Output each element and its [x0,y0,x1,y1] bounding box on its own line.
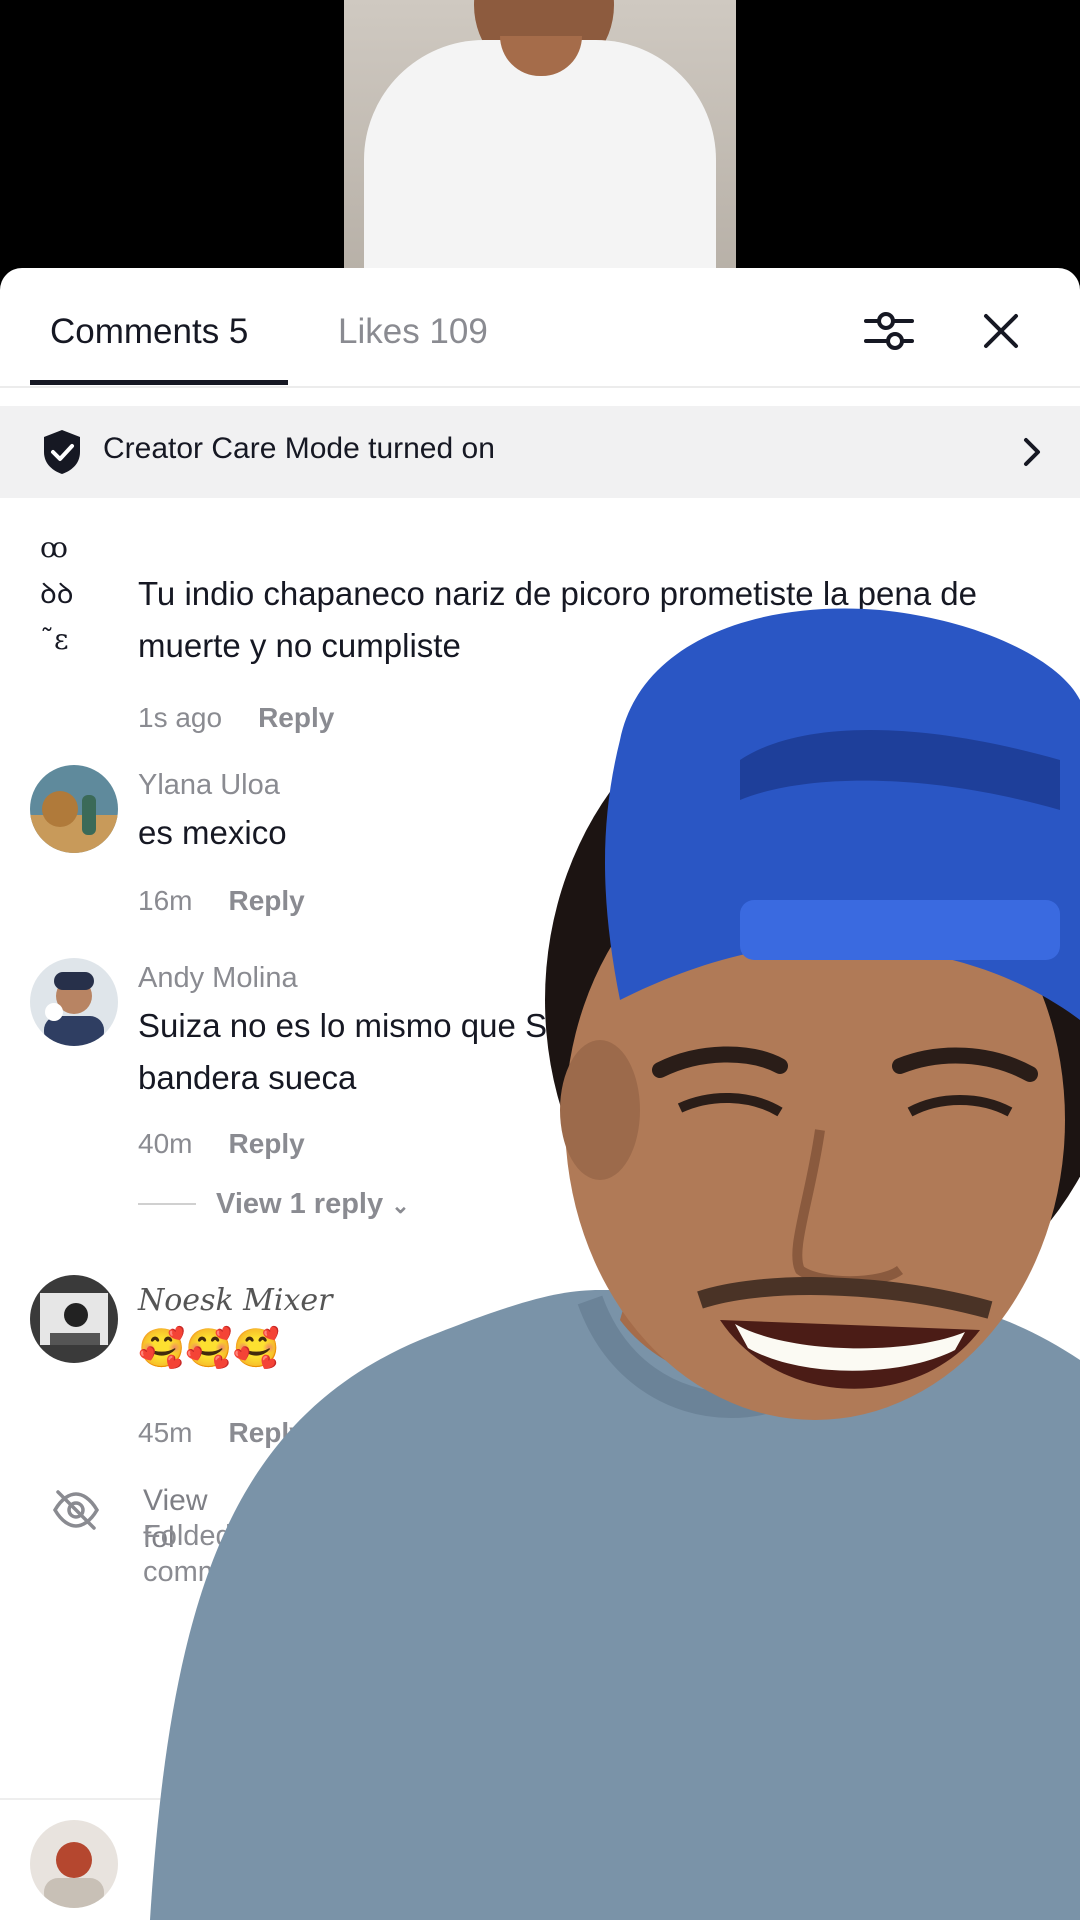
avatar[interactable] [30,958,118,1046]
comment-text: es mexico [138,814,287,851]
eye-off-icon [52,1490,100,1530]
view-replies-line [138,1203,196,1205]
comment-text: Suiza no es lo mismo que S bandera sueca [138,1007,548,1096]
comment-username[interactable]: Ylana Uloa [138,769,280,802]
view-replies-label: View 1 reply [216,1188,384,1220]
comment-text: 🥰🥰🥰 [138,1328,280,1370]
folded-line2: Folded [143,1520,232,1552]
close-icon [984,314,1018,348]
current-user-avatar[interactable] [30,1820,118,1908]
comment-text: Tu indio chapaneco nariz de picoro prome… [138,575,977,664]
video-frame [344,0,736,268]
reply-button[interactable]: Reply [258,702,334,733]
tab-bar: Comments 5 Likes 109 [0,268,1080,388]
reply-button[interactable]: Reply [228,1128,304,1159]
tab-active-underline [30,380,288,385]
folded-line3: comm [143,1556,222,1588]
bottom-divider [0,1798,1080,1800]
comment-time: 40m [138,1128,193,1159]
comment-meta: 40m Reply [138,1128,305,1160]
comments-sheet: Comments 5 Likes 109 Creator Care Mode t… [0,268,1080,1920]
avatar[interactable] [30,765,118,853]
tab-likes[interactable]: Likes 109 [338,312,488,352]
creator-care-text: Creator Care Mode turned on [103,432,495,465]
shield-check-icon [44,430,80,474]
chevron-right-icon [1024,438,1040,466]
comment-meta: 45m Reply [138,1417,305,1449]
reply-button[interactable]: Reply [228,885,304,916]
comment-time: 45m [138,1417,193,1448]
creator-care-banner[interactable]: Creator Care Mode turned on [0,406,1080,498]
filter-button[interactable] [862,304,916,358]
tab-comments[interactable]: Comments 5 [50,312,248,352]
comment-username[interactable]: Andy Molina [138,962,298,995]
comment-meta: 1s ago Reply [138,702,334,734]
comment-time: 1s ago [138,702,223,733]
reply-button[interactable]: Reply [228,1417,304,1448]
avatar[interactable] [30,1275,118,1363]
video-background [0,0,1080,280]
comment-time: 16m [138,885,193,916]
view-replies-button[interactable]: View 1 reply ⌄ [216,1188,410,1221]
obscured-username-glyphs: ꝏ ꝺꝺ ˜ε [40,531,74,656]
chevron-down-icon: ⌄ [391,1193,410,1218]
comment-username[interactable]: Noesk Mixer [138,1283,333,1318]
comment-meta: 16m Reply [138,885,305,917]
filter-sliders-icon [864,312,914,350]
close-button[interactable] [974,304,1028,358]
